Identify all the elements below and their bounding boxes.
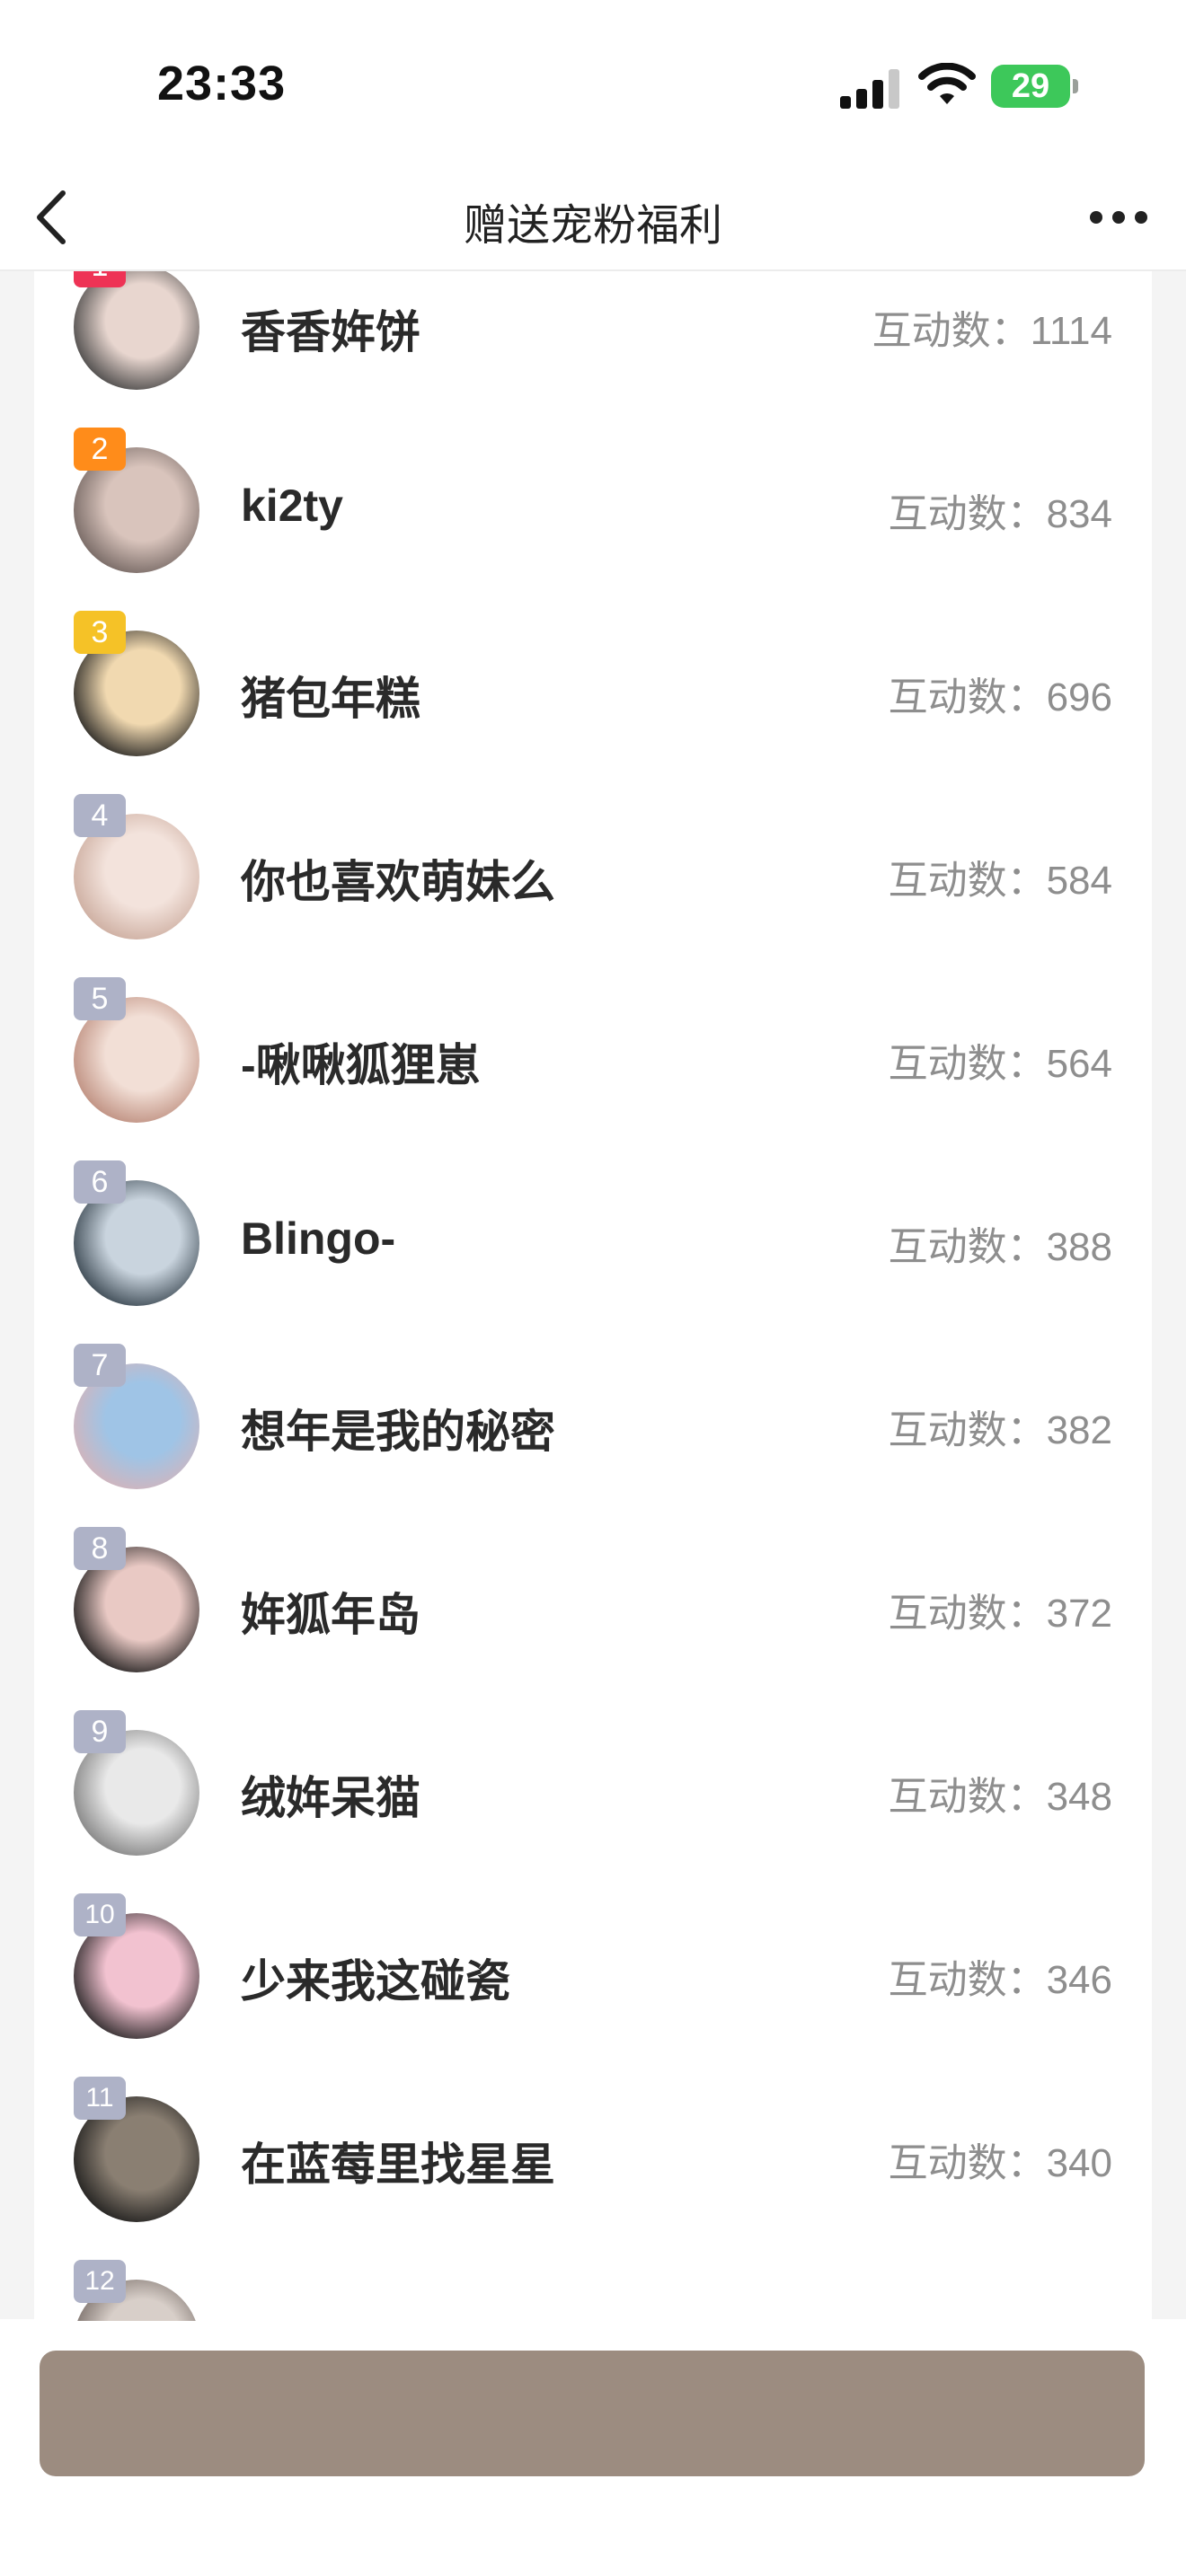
list-item[interactable]: 6 Blingo- 互动数：388 [34, 1153, 1152, 1337]
rank-badge: 10 [74, 1893, 126, 1936]
user-name: 你也喜欢萌妹么 [241, 857, 555, 907]
interaction-count: 互动数：696 [889, 665, 1112, 722]
interaction-count-label: 互动数： [888, 1042, 1047, 1086]
status-bar: 23:33 29 [0, 0, 1186, 166]
avatar[interactable] [74, 271, 199, 390]
interaction-count: 互动数：1114 [872, 298, 1112, 356]
rank-badge: 7 [74, 1344, 126, 1387]
user-name: 猪包年糕 [241, 674, 420, 724]
user-name: 在蓝莓里找星星 [241, 2139, 555, 2190]
interaction-count-value: 372 [1046, 1592, 1112, 1636]
rank-badge: 3 [74, 611, 126, 654]
user-name: -啾啾狐狸崽 [241, 1040, 481, 1090]
interaction-count-label: 互动数： [888, 1775, 1047, 1819]
interaction-count-value: 340 [1046, 2141, 1112, 2185]
user-name: 少来我这碰瓷 [241, 1956, 510, 2007]
send-gift-button[interactable] [40, 2351, 1145, 2476]
rank-badge: 12 [74, 2260, 126, 2303]
battery-icon: 29 [991, 65, 1070, 108]
page-title: 赠送宠粉福利 [463, 202, 722, 250]
user-name: 姩狐年岛 [241, 1590, 420, 1640]
interaction-count-value: 388 [1046, 1225, 1112, 1269]
rank-badge: 5 [74, 977, 126, 1020]
interaction-count: 互动数：834 [889, 481, 1112, 539]
cellular-signal-icon [840, 67, 903, 109]
interaction-count-label: 互动数： [888, 2141, 1047, 2185]
interaction-count-value: 834 [1046, 492, 1112, 536]
interaction-count-value: 346 [1046, 1958, 1112, 2002]
list-item[interactable]: 7 想年是我的秘密 互动数：382 [34, 1337, 1152, 1520]
interaction-count-label: 互动数： [872, 309, 1031, 353]
user-name: ki2ty [241, 481, 343, 531]
interaction-count-value: 1114 [1030, 309, 1112, 353]
interaction-count: 互动数：348 [889, 1764, 1112, 1822]
list-item[interactable]: 12 [34, 2253, 1152, 2321]
interaction-count: 互动数：564 [889, 1031, 1112, 1089]
list-item[interactable]: 9 绒姩呆猫 互动数：348 [34, 1703, 1152, 1886]
interaction-count-value: 348 [1046, 1775, 1112, 1819]
user-name: 想年是我的秘密 [241, 1407, 555, 1457]
status-time: 23:33 [157, 57, 287, 110]
list-item[interactable]: 10 少来我这碰瓷 互动数：346 [34, 1886, 1152, 2069]
list-item[interactable]: 8 姩狐年岛 互动数：372 [34, 1520, 1152, 1703]
interaction-count-value: 564 [1046, 1042, 1112, 1086]
interaction-count-label: 互动数： [888, 675, 1047, 719]
more-options-icon[interactable] [1083, 198, 1155, 234]
interaction-count-value: 382 [1046, 1408, 1112, 1452]
interaction-count-value: 584 [1046, 859, 1112, 903]
list-item[interactable]: 3 猪包年糕 互动数：696 [34, 604, 1152, 787]
rank-badge: 2 [74, 428, 126, 471]
rank-badge: 6 [74, 1160, 126, 1204]
interaction-count: 互动数：372 [889, 1581, 1112, 1638]
list-item[interactable]: 4 你也喜欢萌妹么 互动数：584 [34, 787, 1152, 970]
interaction-count-value: 696 [1046, 675, 1112, 719]
list-item[interactable]: 2 ki2ty 互动数：834 [34, 420, 1152, 604]
list-item[interactable]: 5 -啾啾狐狸崽 互动数：564 [34, 970, 1152, 1153]
battery-level: 29 [1011, 67, 1050, 105]
interaction-count-label: 互动数： [888, 492, 1047, 536]
interaction-count-label: 互动数： [888, 859, 1047, 903]
ranking-list: 1香香姩饼互动数：11142ki2ty互动数：8343猪包年糕互动数：6964你… [34, 271, 1152, 2321]
user-name: Blingo- [241, 1213, 396, 1264]
battery-cap [1073, 79, 1078, 93]
wifi-icon [918, 63, 976, 104]
interaction-count: 互动数：340 [889, 2130, 1112, 2188]
bottom-action-bar [0, 2321, 1186, 2576]
interaction-count-label: 互动数： [888, 1958, 1047, 2002]
rank-badge: 11 [74, 2077, 126, 2120]
list-item[interactable]: 11 在蓝莓里找星星 互动数：340 [34, 2069, 1152, 2253]
interaction-count-label: 互动数： [888, 1225, 1047, 1269]
rank-badge: 4 [74, 794, 126, 837]
rank-badge: 1 [74, 271, 126, 287]
interaction-count: 互动数：388 [889, 1214, 1112, 1272]
user-name: 绒姩呆猫 [241, 1773, 420, 1823]
rank-badge: 8 [74, 1527, 126, 1570]
list-item[interactable]: 1 香香姩饼 互动数：1114 [34, 271, 1152, 420]
interaction-count: 互动数：382 [889, 1398, 1112, 1455]
interaction-count: 互动数：346 [889, 1947, 1112, 2005]
interaction-count-label: 互动数： [888, 1592, 1047, 1636]
user-name: 香香姩饼 [241, 307, 420, 357]
interaction-count: 互动数：584 [889, 848, 1112, 905]
nav-bar: 赠送宠粉福利 [0, 166, 1186, 271]
rank-badge: 9 [74, 1710, 126, 1753]
interaction-count-label: 互动数： [888, 1408, 1047, 1452]
